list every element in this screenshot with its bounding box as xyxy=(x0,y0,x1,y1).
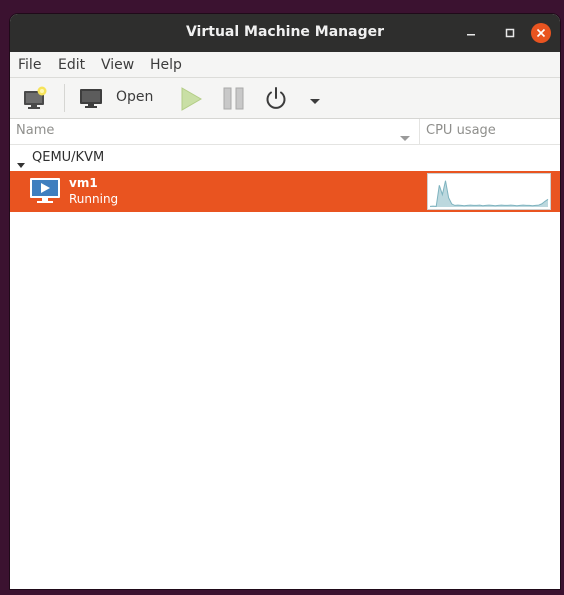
vmm-window: Virtual Machine Manager File Edit View H… xyxy=(10,14,560,589)
cpu-usage-graph xyxy=(427,173,551,210)
pause-button[interactable] xyxy=(222,86,246,116)
title-bar[interactable]: Virtual Machine Manager xyxy=(10,14,560,52)
vm-row[interactable]: vm1 Running xyxy=(10,171,560,212)
menu-file[interactable]: File xyxy=(18,57,41,73)
connection-row[interactable]: QEMU/KVM xyxy=(10,145,560,171)
shutdown-menu-button[interactable] xyxy=(309,92,321,111)
vm-name: vm1 xyxy=(69,176,98,190)
menu-view[interactable]: View xyxy=(101,57,134,73)
toolbar: Open xyxy=(10,78,560,119)
close-icon[interactable] xyxy=(531,23,551,43)
menu-bar: File Edit View Help xyxy=(10,52,560,78)
run-icon xyxy=(181,87,202,111)
new-vm-icon xyxy=(24,86,47,109)
vm-list-empty-area xyxy=(10,212,560,589)
connection-label: QEMU/KVM xyxy=(32,150,105,165)
toolbar-separator xyxy=(64,84,65,112)
run-button[interactable] xyxy=(178,86,204,116)
column-separator[interactable] xyxy=(419,119,420,144)
minimize-icon[interactable] xyxy=(461,23,481,43)
column-cpu-usage[interactable]: CPU usage xyxy=(426,123,496,138)
cpu-sparkline xyxy=(429,180,549,207)
maximize-icon[interactable] xyxy=(500,23,520,43)
monitor-icon xyxy=(80,89,102,108)
shutdown-button[interactable] xyxy=(263,86,289,116)
vm-running-icon xyxy=(29,177,61,209)
chevron-down-icon xyxy=(310,99,320,104)
open-button-label[interactable]: Open xyxy=(116,89,153,105)
vm-state: Running xyxy=(69,192,119,206)
menu-edit[interactable]: Edit xyxy=(58,57,85,73)
pause-icon xyxy=(223,87,244,110)
column-header: Name CPU usage xyxy=(10,119,560,145)
column-name[interactable]: Name xyxy=(16,123,54,138)
power-icon xyxy=(266,87,286,109)
menu-help[interactable]: Help xyxy=(150,57,182,73)
new-vm-button[interactable] xyxy=(22,85,48,115)
